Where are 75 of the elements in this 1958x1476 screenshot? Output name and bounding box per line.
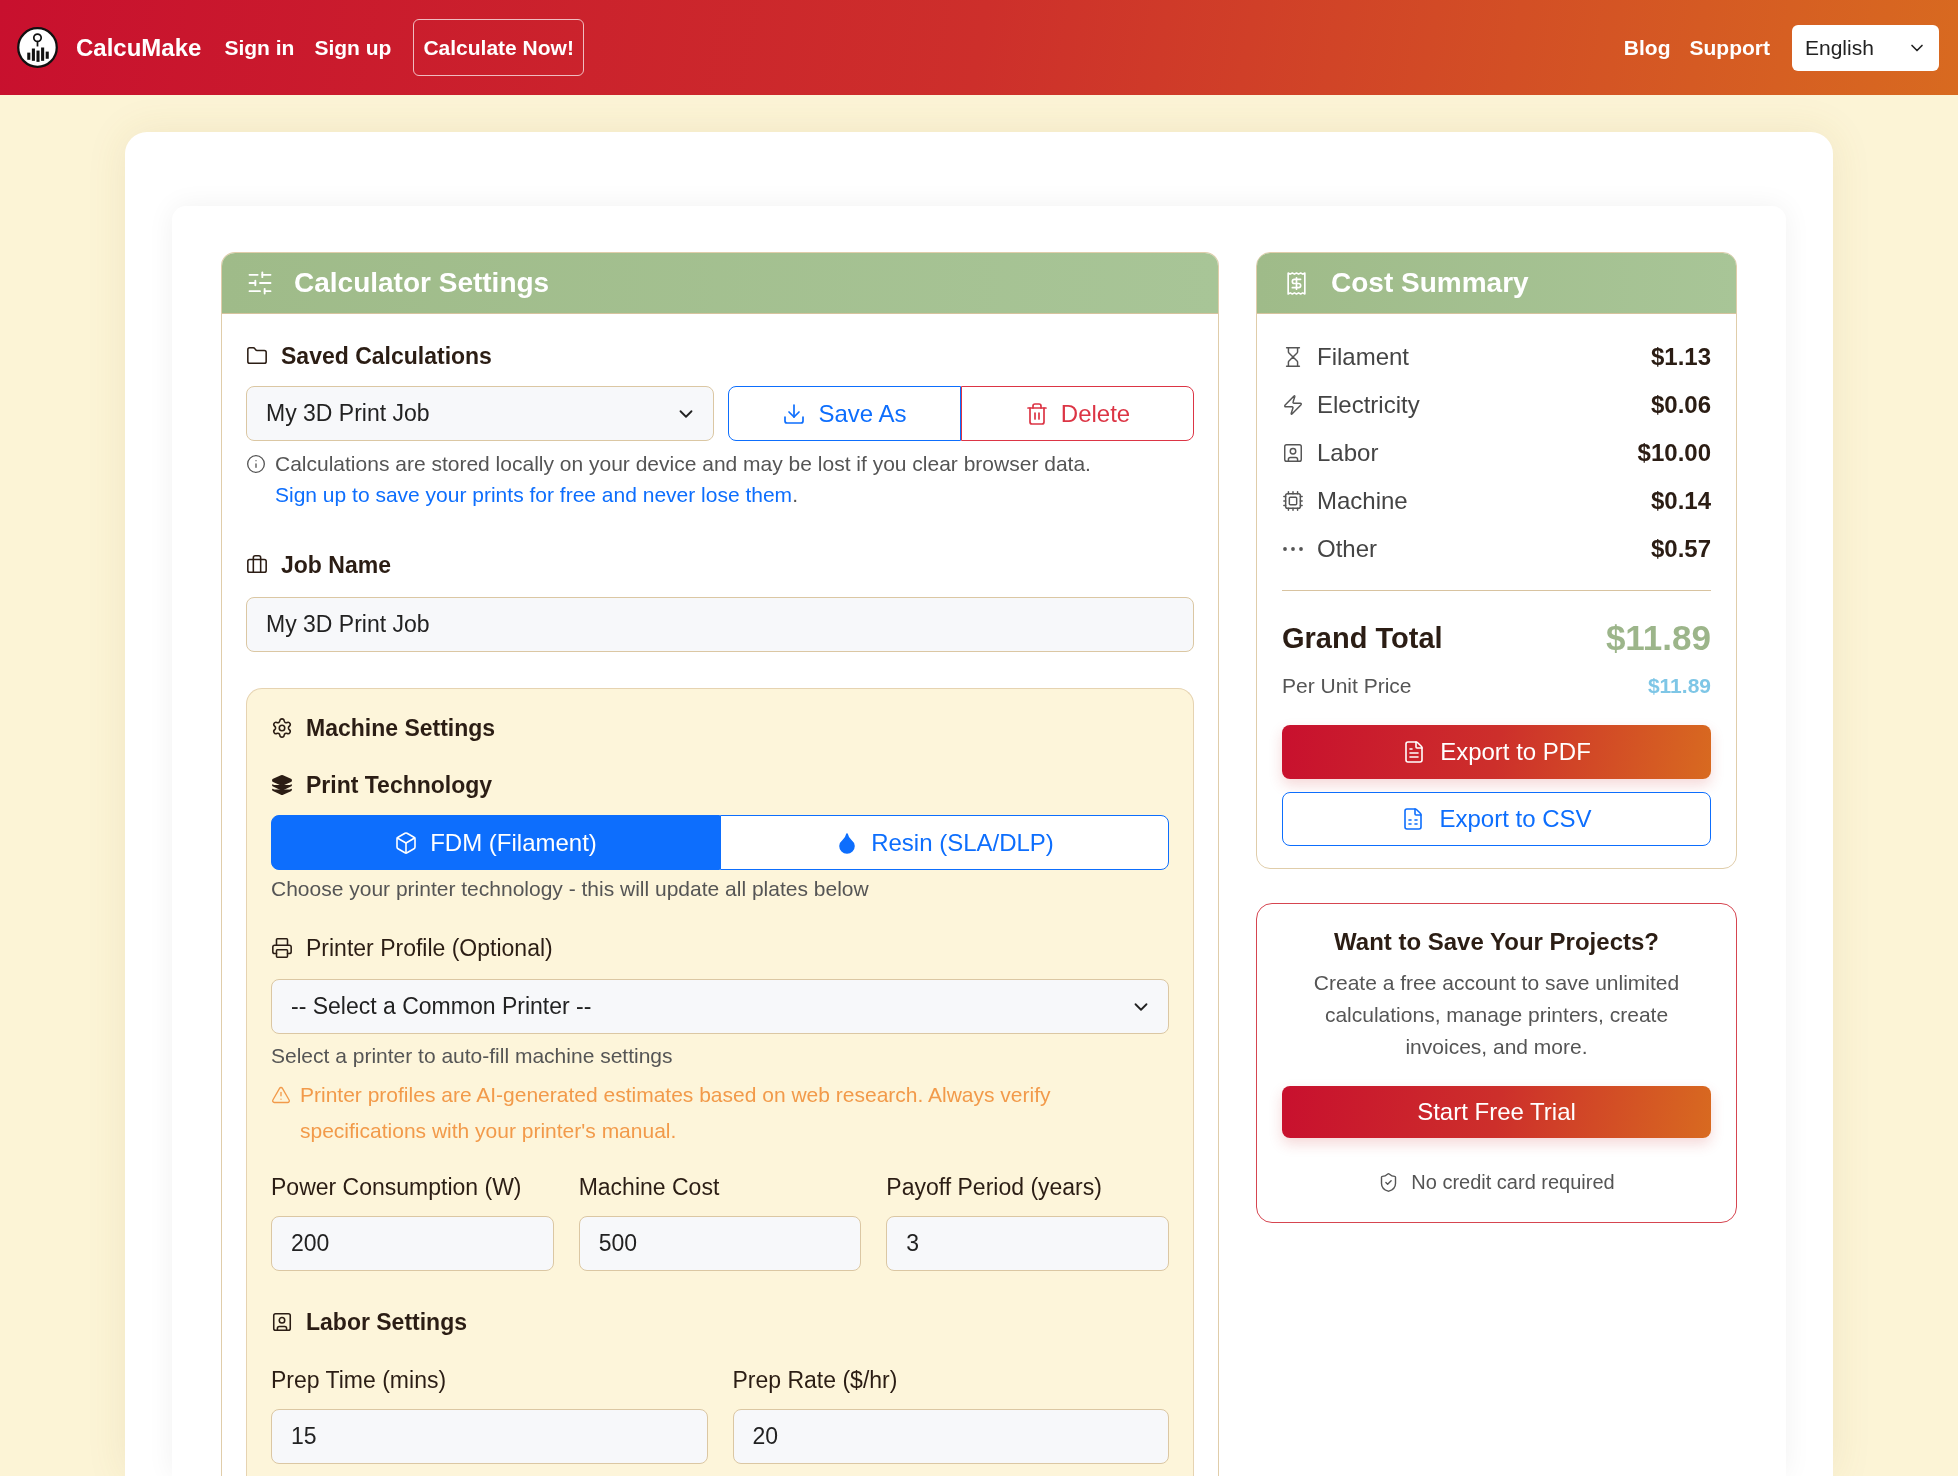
printer-icon	[271, 937, 293, 959]
technology-tab[interactable]: Resin (SLA/DLP)	[720, 815, 1169, 870]
user-portrait-icon	[271, 1311, 293, 1333]
ellipsis-icon	[1283, 547, 1303, 551]
per-unit-label: Per Unit Price	[1282, 674, 1412, 698]
section-heading: Saved Calculations	[281, 342, 492, 371]
field-label: Prep Rate ($/hr)	[732, 1366, 899, 1395]
sliders-icon	[246, 269, 274, 297]
number-field[interactable]: 200	[271, 1216, 554, 1271]
number-field[interactable]: 3	[886, 1216, 1169, 1271]
logo-icon	[17, 27, 58, 68]
delete-button[interactable]: Delete	[961, 386, 1194, 441]
cost-value: $0.06	[1650, 391, 1711, 419]
language-select[interactable]: English	[1792, 24, 1939, 71]
section-heading: Print Technology	[306, 771, 493, 800]
download-icon	[782, 401, 807, 426]
number-field[interactable]: 20	[732, 1409, 1169, 1464]
briefcase-icon	[246, 554, 268, 576]
cost-value: $1.13	[1650, 343, 1711, 371]
warning-icon	[271, 1085, 291, 1105]
section-heading: Labor Settings	[306, 1308, 467, 1337]
field-label: Printer Profile (Optional)	[306, 934, 553, 963]
help-text: Select a printer to auto-fill machine settings	[271, 1043, 674, 1069]
nav-link[interactable]: Sign up	[314, 35, 392, 60]
export-pdf-button[interactable]: Export to PDF	[1282, 725, 1711, 779]
saved-calculation-select[interactable]: My 3D Print Job	[246, 386, 714, 441]
receipt-icon	[1284, 270, 1309, 296]
cost-value: $10.00	[1637, 439, 1711, 467]
trash-icon	[1024, 401, 1049, 426]
panel-title: Cost Summary	[1331, 267, 1529, 299]
nav-link[interactable]: Blog	[1623, 35, 1671, 60]
number-field[interactable]: 15	[271, 1409, 708, 1464]
field-label: Payoff Period (years)	[886, 1173, 1103, 1202]
cost-value: $0.14	[1650, 487, 1711, 515]
field-label: Prep Time (mins)	[271, 1366, 448, 1395]
warning-text: Printer profiles are AI-generated estimates based on web research. Always verify specifications with your printer's manual.	[300, 1082, 1052, 1144]
cube-icon	[394, 830, 419, 855]
section-heading: Job Name	[281, 551, 391, 580]
gear-icon	[271, 717, 293, 739]
start-trial-button[interactable]: Start Free Trial	[1282, 1086, 1711, 1138]
cost-value: $0.57	[1650, 535, 1711, 563]
sign-up-link[interactable]: Sign up to save your prints for free and never lose them	[275, 483, 793, 506]
grand-total-value: $11.89	[1605, 618, 1711, 658]
cost-label: Electricity	[1317, 391, 1421, 419]
user-portrait-icon	[1282, 442, 1304, 464]
panel-title: Calculator Settings	[294, 267, 550, 299]
help-text: Choose your printer technology - this will update all plates below	[271, 876, 870, 902]
grand-total-label: Grand Total	[1282, 621, 1443, 655]
promo-note: No credit card required	[1411, 1170, 1615, 1195]
number-field[interactable]: 500	[578, 1216, 862, 1271]
cost-label: Filament	[1317, 343, 1411, 371]
chip-icon	[1282, 490, 1304, 512]
printer-select[interactable]: -- Select a Common Printer --	[271, 979, 1169, 1034]
field-label: Machine Cost	[578, 1173, 721, 1202]
cost-label: Other	[1317, 535, 1379, 563]
export-csv-button[interactable]: Export to CSV	[1282, 792, 1711, 846]
nav-link[interactable]: Sign in	[224, 35, 295, 60]
section-heading: Machine Settings	[306, 714, 496, 743]
job-name-field[interactable]: My 3D Print Job	[246, 597, 1194, 652]
per-unit-value: $11.89	[1647, 674, 1711, 698]
cost-label: Labor	[1317, 439, 1380, 467]
technology-tab[interactable]: FDM (Filament)	[271, 815, 720, 870]
cost-label: Machine	[1317, 487, 1409, 515]
brand-link[interactable]: CalcuMake	[76, 33, 202, 62]
field-label: Power Consumption (W)	[271, 1173, 523, 1202]
lightning-icon	[1282, 394, 1304, 416]
folder-icon	[246, 345, 268, 367]
info-icon	[246, 453, 266, 474]
calculate-button[interactable]: Calculate Now!	[413, 19, 584, 76]
storage-notice: Calculations are stored locally on your device and may be lost if you clear browser data. Sign up to save your prints for free and never lose them.	[275, 451, 1092, 508]
promo-text: Create a free account to save unlimited calculations, manage printers, create invoices, and more.	[1312, 970, 1681, 1060]
save-as-button[interactable]: Save As	[728, 386, 961, 441]
layers-icon	[271, 774, 293, 796]
promo-title: Want to Save Your Projects?	[1334, 927, 1659, 957]
nav-link[interactable]: Support	[1689, 35, 1770, 60]
